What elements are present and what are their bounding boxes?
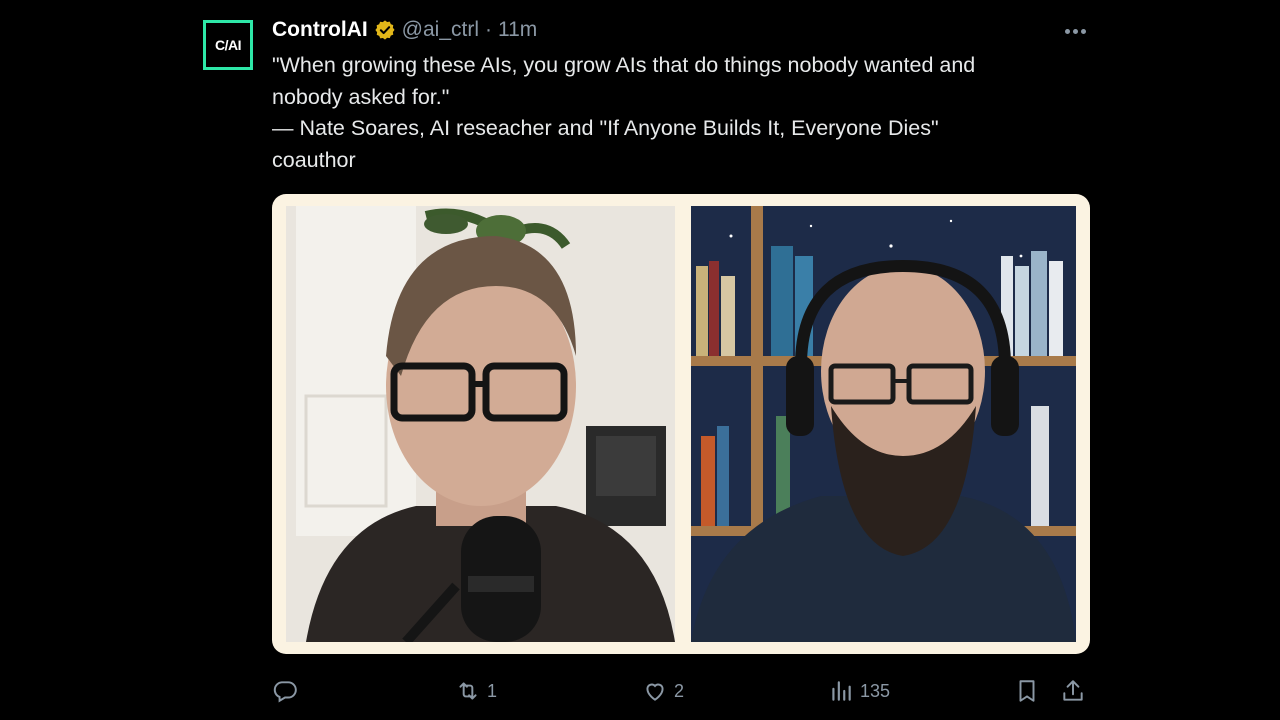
like-button[interactable]: 2 — [642, 674, 684, 708]
tweet-text-line: coauthor — [272, 147, 356, 172]
retweet-button[interactable]: 1 — [455, 674, 497, 708]
views-icon — [832, 681, 851, 701]
share-button[interactable] — [1060, 674, 1086, 708]
tweet-text-line: "When growing these AIs, you grow AIs th… — [272, 53, 976, 77]
video-panel-left — [286, 206, 675, 642]
avatar-text: C/AI — [215, 37, 242, 53]
views-button[interactable]: 135 — [828, 674, 890, 708]
video-media[interactable] — [272, 194, 1090, 654]
avatar[interactable]: C/AI — [203, 20, 253, 70]
tweet-text-line: nobody asked for." — [272, 84, 450, 109]
views-count: 135 — [860, 680, 891, 701]
timestamp[interactable]: 11m — [498, 18, 537, 42]
reply-button[interactable] — [272, 674, 304, 708]
video-panel-right — [691, 206, 1076, 642]
like-count: 2 — [674, 680, 685, 701]
separator-dot: · — [485, 18, 492, 41]
like-icon — [646, 683, 664, 701]
retweet-count: 1 — [487, 680, 498, 701]
action-bar: 1 2 135 — [272, 674, 1090, 708]
retweet-icon — [459, 682, 477, 700]
bookmark-button[interactable] — [1014, 674, 1040, 708]
tweet-header: ControlAI @ai_ctrl · 11m — [272, 15, 537, 45]
author-name[interactable]: ControlAI — [272, 18, 368, 42]
tweet-text-line: — Nate Soares, AI reseacher and "If Anyo… — [272, 116, 939, 140]
share-icon — [1063, 680, 1083, 701]
reply-icon — [273, 681, 297, 703]
verified-badge-icon[interactable] — [374, 19, 396, 41]
bookmark-icon — [1019, 680, 1035, 702]
tweet-text: "When growing these AIs, you grow AIs th… — [272, 50, 1092, 176]
more-icon[interactable] — [1060, 18, 1090, 44]
author-handle[interactable]: @ai_ctrl — [402, 18, 479, 42]
